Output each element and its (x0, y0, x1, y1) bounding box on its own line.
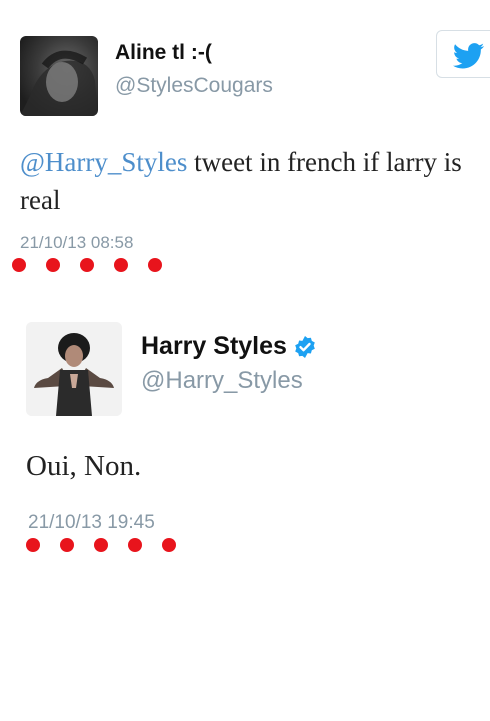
author-name[interactable]: Aline tl :-( (115, 41, 212, 65)
dot (12, 258, 26, 272)
timestamp[interactable]: 21/10/13 08:58 (20, 233, 133, 253)
author-name-text: Harry Styles (141, 332, 287, 360)
dot (60, 538, 74, 552)
avatar[interactable] (26, 322, 122, 416)
avatar-photo (26, 322, 122, 416)
dot (80, 258, 94, 272)
avatar[interactable] (20, 36, 98, 116)
dot (46, 258, 60, 272)
dot (114, 258, 128, 272)
dot (26, 538, 40, 552)
dot (94, 538, 108, 552)
dot (148, 258, 162, 272)
dot (128, 538, 142, 552)
dot-divider (12, 258, 182, 272)
tweet-text: @Harry_Styles tweet in french if larry i… (20, 143, 470, 219)
tweet-text: Oui, Non. (26, 450, 142, 482)
avatar-photo (20, 50, 98, 116)
tweet-card: Aline tl :-( @StylesCougars @Harry_Style… (0, 0, 490, 290)
dot-divider (26, 538, 196, 552)
tweet-card: Harry Styles @Harry_Styles Oui, Non. 21/… (0, 300, 490, 580)
mention-link[interactable]: @Harry_Styles (20, 147, 187, 177)
author-name[interactable]: Harry Styles (141, 332, 317, 361)
author-handle[interactable]: @Harry_Styles (141, 367, 303, 395)
dot (162, 538, 176, 552)
twitter-bird-icon (452, 43, 485, 69)
verified-badge-icon (295, 336, 315, 359)
timestamp[interactable]: 21/10/13 19:45 (28, 512, 155, 534)
follow-button[interactable] (436, 30, 490, 78)
author-handle[interactable]: @StylesCougars (115, 74, 273, 98)
